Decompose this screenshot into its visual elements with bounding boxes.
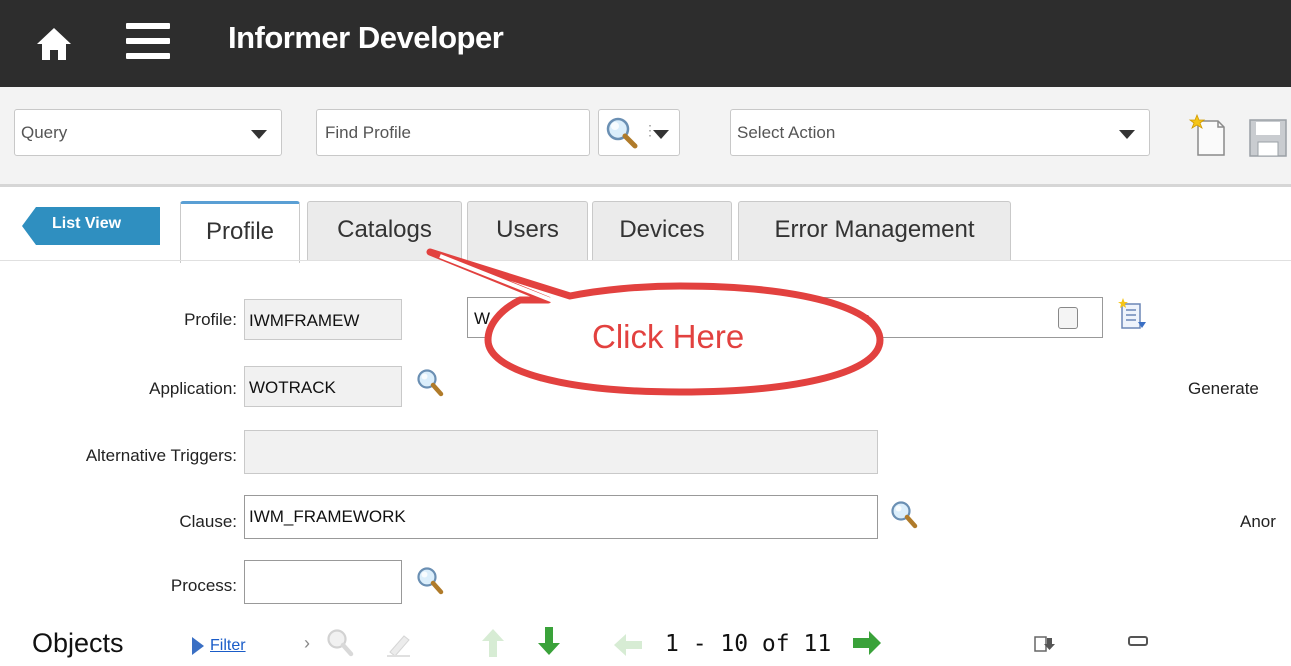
edit-disabled-icon: [387, 635, 410, 657]
chevron-right-icon: ›: [304, 633, 310, 653]
notes-list-icon[interactable]: [1118, 298, 1148, 334]
list-view-label: List View: [52, 215, 122, 232]
profile-field[interactable]: IWMFRAMEW: [244, 299, 402, 340]
save-icon[interactable]: [1248, 118, 1288, 158]
tab-error-management[interactable]: Error Management: [738, 201, 1011, 260]
process-label: Process:: [170, 576, 237, 595]
tab-profile[interactable]: Profile: [180, 201, 300, 263]
find-profile-placeholder: Find Profile: [325, 123, 411, 142]
query-select-value: Query: [21, 123, 68, 142]
alternative-triggers-label: Alternative Triggers:: [85, 446, 237, 465]
pager-text: 1 - 10 of 11: [665, 631, 832, 657]
description-text-end: tion: [843, 309, 871, 328]
arrow-left-icon: [614, 634, 642, 656]
collapse-icon[interactable]: [1128, 634, 1148, 648]
app-title: Informer Developer: [228, 20, 504, 55]
application-lookup-icon[interactable]: [416, 368, 444, 398]
chevron-down-icon: [653, 130, 669, 139]
tab-divider: [0, 260, 1291, 261]
chevron-down-icon: [251, 130, 267, 139]
find-profile-input[interactable]: Find Profile: [316, 109, 590, 156]
arrow-right-icon[interactable]: [851, 630, 883, 656]
chevron-down-icon: [1119, 130, 1135, 139]
clause-field[interactable]: IWM_FRAMEWORK: [244, 495, 878, 539]
description-text-start: W: [474, 309, 491, 328]
app-header: Informer Developer: [0, 0, 1291, 87]
query-select[interactable]: Query: [14, 109, 282, 156]
new-document-icon[interactable]: [1188, 113, 1228, 159]
profile-label: Profile:: [184, 310, 237, 329]
home-icon[interactable]: [34, 24, 74, 64]
expand-field-icon[interactable]: [1058, 307, 1078, 329]
menu-icon[interactable]: [126, 23, 170, 59]
clause-lookup-icon[interactable]: [890, 500, 918, 530]
alternative-triggers-field[interactable]: [244, 430, 878, 474]
generate-label: Generate: [1188, 379, 1259, 398]
clause-label: Clause:: [179, 512, 237, 531]
search-disabled-icon: [327, 629, 354, 657]
select-action-dropdown[interactable]: Select Action: [730, 109, 1150, 156]
search-button[interactable]: ⋮: [598, 109, 680, 156]
tab-users[interactable]: Users: [467, 201, 588, 260]
anon-label: Anor: [1240, 512, 1276, 531]
description-field[interactable]: W tion: [467, 297, 1103, 338]
arrow-down-icon[interactable]: [537, 625, 561, 657]
process-lookup-icon[interactable]: [416, 566, 444, 596]
tab-devices[interactable]: Devices: [592, 201, 732, 260]
arrow-up-icon: [482, 629, 504, 657]
application-field[interactable]: WOTRACK: [244, 366, 402, 407]
search-icon: [606, 117, 638, 149]
objects-title: Objects: [32, 628, 124, 658]
select-action-placeholder: Select Action: [737, 123, 836, 142]
export-icon[interactable]: [1034, 634, 1056, 654]
process-field[interactable]: [244, 560, 402, 604]
application-label: Application:: [149, 379, 237, 398]
filter-link[interactable]: Filter: [210, 637, 246, 655]
tab-catalogs[interactable]: Catalogs: [307, 201, 462, 260]
filter-expand-icon[interactable]: [192, 637, 204, 655]
